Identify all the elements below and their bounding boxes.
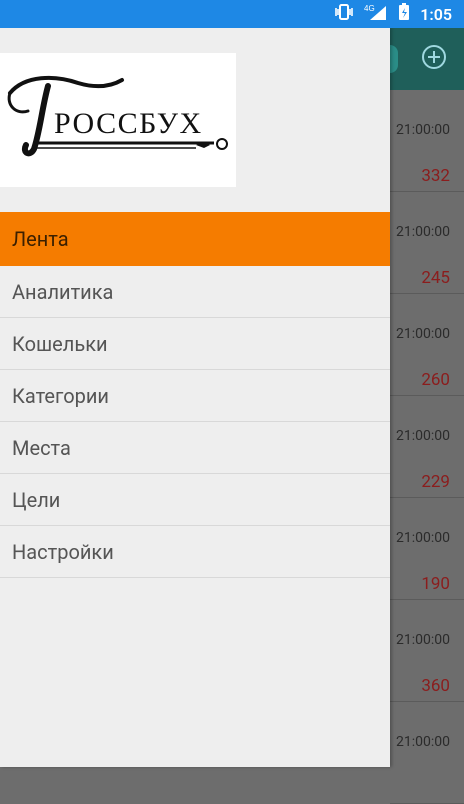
menu-item-wallets[interactable]: Кошельки (0, 318, 390, 370)
menu-item-categories[interactable]: Категории (0, 370, 390, 422)
add-icon[interactable] (422, 45, 446, 69)
svg-text:РОССБУХ: РОССБУХ (54, 107, 203, 140)
menu-item-label: Места (12, 435, 71, 460)
item-time: 21:00:00 (396, 224, 450, 240)
menu-item-label: Настройки (12, 539, 114, 564)
clock: 1:05 (420, 4, 452, 24)
menu-item-goals[interactable]: Цели (0, 474, 390, 526)
item-time: 21:00:00 (396, 632, 450, 648)
list-item[interactable]: 21:00:00 229 (390, 396, 464, 498)
item-time: 21:00:00 (396, 428, 450, 444)
app-logo: РОССБУХ (0, 53, 236, 187)
item-amount: 332 (421, 166, 450, 186)
menu-item-places[interactable]: Места (0, 422, 390, 474)
item-amount: 245 (421, 268, 450, 288)
list-item[interactable]: 21:00:00 360 (390, 600, 464, 702)
menu-item-settings[interactable]: Настройки (0, 526, 390, 578)
menu-item-label: Лента (12, 227, 69, 251)
menu-item-label: Категории (12, 383, 109, 408)
battery-icon (398, 3, 410, 25)
network-label: 4G (364, 4, 375, 13)
menu-item-label: Аналитика (12, 279, 114, 304)
item-time: 21:00:00 (396, 734, 450, 750)
list-item[interactable]: 21:00:00 190 (390, 498, 464, 600)
list-item[interactable]: 21:00:00 260 (390, 294, 464, 396)
list-item[interactable]: 21:00:00 332 (390, 90, 464, 192)
vibrate-icon (334, 4, 354, 24)
list-item[interactable]: 21:00:00 (390, 702, 464, 804)
item-time: 21:00:00 (396, 122, 450, 138)
drawer-menu: Лента Аналитика Кошельки Категории Места… (0, 212, 390, 578)
status-bar: 4G 1:05 (0, 0, 464, 28)
item-time: 21:00:00 (396, 326, 450, 342)
item-time: 21:00:00 (396, 530, 450, 546)
menu-item-analytics[interactable]: Аналитика (0, 266, 390, 318)
item-amount: 360 (421, 676, 450, 696)
menu-item-label: Кошельки (12, 331, 108, 356)
signal-icon: 4G (364, 3, 388, 25)
item-amount: 190 (421, 574, 450, 594)
feed-list: 21:00:00 332 21:00:00 245 21:00:00 260 2… (390, 90, 464, 804)
menu-item-label: Цели (12, 487, 61, 512)
item-amount: 229 (421, 472, 450, 492)
menu-item-feed[interactable]: Лента (0, 212, 390, 266)
navigation-drawer: РОССБУХ Лента Аналитика Кошельки Категор… (0, 28, 390, 767)
item-amount: 260 (421, 370, 450, 390)
list-item[interactable]: 21:00:00 245 (390, 192, 464, 294)
